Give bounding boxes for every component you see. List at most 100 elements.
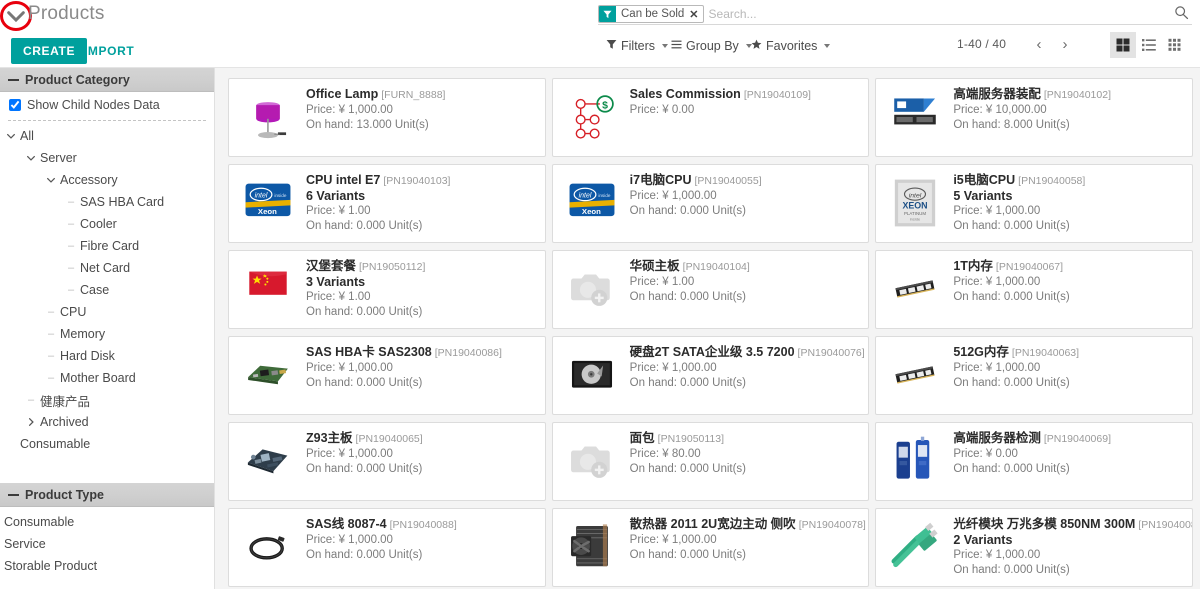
search-input[interactable] [707, 7, 1192, 21]
kanban-view-button[interactable] [1110, 32, 1136, 58]
search-bar[interactable]: Can be Sold ✕ [598, 4, 1192, 25]
product-card[interactable]: 面包[PN19050113]Price: ¥ 80.00On hand: 0.0… [552, 422, 870, 501]
category-tree-label: SAS HBA Card [78, 195, 164, 209]
product-code: [PN19040081] [1138, 519, 1193, 531]
product-name: 512G内存 [953, 345, 1009, 359]
product-card-body: Sales Commission[PN19040109]Price: ¥ 0.0… [630, 86, 861, 150]
product-onhand: On hand: 0.000 Unit(s) [306, 376, 537, 391]
category-tree-node[interactable]: –Net Card [0, 257, 214, 279]
import-button[interactable]: IMPORT [78, 40, 140, 62]
category-tree-node[interactable]: Archived [0, 411, 214, 433]
product-type-item[interactable]: Service [0, 533, 214, 555]
search-icon[interactable] [1174, 5, 1190, 21]
category-tree-label: Net Card [78, 261, 130, 275]
product-onhand: On hand: 0.000 Unit(s) [630, 204, 861, 219]
product-code: [PN19040103] [383, 175, 450, 187]
favorites-dropdown[interactable]: Favorites [751, 36, 830, 56]
category-tree-node[interactable]: –Fibre Card [0, 235, 214, 257]
svg-text:$: $ [602, 100, 608, 111]
category-tree-node[interactable]: –SAS HBA Card [0, 191, 214, 213]
category-tree-node[interactable]: –CPU [0, 301, 214, 323]
create-button[interactable]: CREATE [11, 38, 87, 64]
product-card-grid: Office Lamp[FURN_8888]Price: ¥ 1,000.00O… [215, 74, 1200, 589]
product-type-item[interactable]: Consumable [0, 511, 214, 533]
product-code: [PN19040067] [996, 261, 1063, 273]
pager-count: 1-40 / 40 [957, 37, 1006, 51]
category-tree-label: All [18, 129, 34, 143]
search-facet-can-be-sold[interactable]: Can be Sold ✕ [598, 5, 704, 23]
product-image-cpu-cooler [561, 516, 623, 578]
category-tree-node[interactable]: All [0, 125, 214, 147]
product-onhand: On hand: 0.000 Unit(s) [953, 290, 1184, 305]
product-card[interactable]: 汉堡套餐[PN19050112]3 VariantsPrice: ¥ 1.00O… [228, 250, 546, 329]
category-tree-node[interactable]: –Memory [0, 323, 214, 345]
product-title-line: 高端服务器装配[PN19040102] [953, 87, 1184, 102]
product-card[interactable]: 华硕主板[PN19040104]Price: ¥ 1.00On hand: 0.… [552, 250, 870, 329]
product-card[interactable]: SAS HBA卡 SAS2308[PN19040086]Price: ¥ 1,0… [228, 336, 546, 415]
product-name: i7电脑CPU [630, 173, 692, 187]
tree-connector-icon: – [44, 328, 58, 340]
product-card[interactable]: 散热器 2011 2U宽边主动 侧吹[PN19040078]Price: ¥ 1… [552, 508, 870, 587]
product-price: Price: ¥ 1,000.00 [306, 533, 537, 548]
product-title-line: i5电脑CPU[PN19040058] [953, 173, 1184, 188]
product-card[interactable]: intel inside Xeoni7电脑CPU[PN19040055]Pric… [552, 164, 870, 243]
chevron-right-icon[interactable]: › [1056, 34, 1074, 54]
product-card[interactable]: 光纤模块 万兆多模 850NM 300M[PN19040081]2 Varian… [875, 508, 1193, 587]
list-view-button[interactable] [1136, 32, 1162, 58]
product-card[interactable]: $ Sales Commission[PN19040109]Price: ¥ 0.… [552, 78, 870, 157]
product-card[interactable]: 高端服务器装配[PN19040102]Price: ¥ 10,000.00On … [875, 78, 1193, 157]
sidebar-section-product-type[interactable]: Product Type [0, 483, 214, 507]
chevron-down-icon[interactable] [5, 5, 27, 27]
product-name: CPU intel E7 [306, 173, 380, 187]
product-name: Office Lamp [306, 87, 378, 101]
minus-icon [8, 79, 19, 81]
chevron-left-icon[interactable]: ‹ [1030, 34, 1048, 54]
product-card[interactable]: 512G内存[PN19040063]Price: ¥ 1,000.00On ha… [875, 336, 1193, 415]
product-price: Price: ¥ 1,000.00 [953, 204, 1184, 219]
product-card[interactable]: Z93主板[PN19040065]Price: ¥ 1,000.00On han… [228, 422, 546, 501]
product-image-blue-testers [884, 430, 946, 492]
product-name: SAS HBA卡 SAS2308 [306, 345, 432, 359]
filters-dropdown[interactable]: Filters [606, 36, 668, 56]
close-icon[interactable]: ✕ [688, 6, 702, 22]
category-tree-node[interactable]: –Case [0, 279, 214, 301]
product-type-item[interactable]: Storable Product [0, 555, 214, 577]
sidebar-section-product-category[interactable]: Product Category [0, 68, 214, 92]
product-code: [PN19050112] [359, 261, 425, 273]
product-card-body: 高端服务器装配[PN19040102]Price: ¥ 10,000.00On … [953, 86, 1184, 150]
product-image-intel-xeon-blue: intel inside Xeon [561, 172, 623, 234]
category-tree-node[interactable]: –Cooler [0, 213, 214, 235]
category-tree-label: Mother Board [58, 371, 136, 385]
product-card[interactable]: Office Lamp[FURN_8888]Price: ¥ 1,000.00O… [228, 78, 546, 157]
category-tree-node[interactable]: Server [0, 147, 214, 169]
show-child-nodes-label: Show Child Nodes Data [27, 98, 160, 112]
product-name: i5电脑CPU [953, 173, 1015, 187]
sidebar-section-title: Product Category [25, 73, 130, 87]
show-child-nodes-checkbox[interactable] [9, 99, 21, 111]
product-card[interactable]: 1T内存[PN19040067]Price: ¥ 1,000.00On hand… [875, 250, 1193, 329]
category-tree-label: Hard Disk [58, 349, 115, 363]
product-card[interactable]: intel inside XeonCPU intel E7[PN19040103… [228, 164, 546, 243]
product-card[interactable]: SAS线 8087-4[PN19040088]Price: ¥ 1,000.00… [228, 508, 546, 587]
category-tree-node[interactable]: –健康产品 [0, 389, 214, 411]
category-tree-node[interactable]: –Hard Disk [0, 345, 214, 367]
show-child-nodes-row[interactable]: Show Child Nodes Data [0, 92, 214, 118]
product-card-body: i7电脑CPU[PN19040055]Price: ¥ 1,000.00On h… [630, 172, 861, 236]
product-name: 散热器 2011 2U宽边主动 侧吹 [630, 517, 796, 531]
product-card[interactable]: intel XEON PLATINUM insidei5电脑CPU[PN1904… [875, 164, 1193, 243]
category-tree-label: Accessory [58, 173, 118, 187]
category-tree-node[interactable]: –Mother Board [0, 367, 214, 389]
sidebar-divider [8, 120, 206, 121]
groupby-dropdown[interactable]: Group By [671, 36, 752, 56]
product-card[interactable]: 硬盘2T SATA企业级 3.5 7200[PN19040076]Price: … [552, 336, 870, 415]
product-image-commission: $ [561, 86, 623, 148]
product-onhand: On hand: 0.000 Unit(s) [953, 376, 1184, 391]
product-title-line: Sales Commission[PN19040109] [630, 87, 861, 102]
sidebar-spacer [0, 461, 214, 483]
category-tree-node[interactable]: Accessory [0, 169, 214, 191]
category-tree-node[interactable]: Consumable [0, 433, 214, 455]
product-card[interactable]: 高端服务器检测[PN19040069]Price: ¥ 0.00On hand:… [875, 422, 1193, 501]
grid-view-button[interactable] [1162, 32, 1188, 58]
tree-connector-icon: – [64, 262, 78, 274]
product-price: Price: ¥ 1,000.00 [953, 361, 1184, 376]
